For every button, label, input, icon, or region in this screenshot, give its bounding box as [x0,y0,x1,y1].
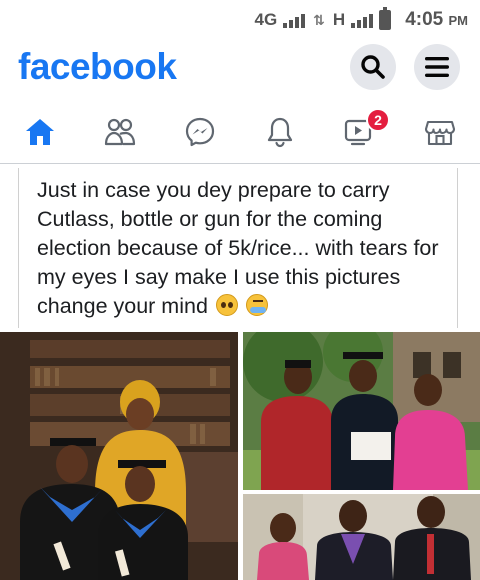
messenger-icon [185,117,215,146]
battery-icon [379,7,392,30]
marketplace-icon [424,120,456,145]
family-suits-photo[interactable] [243,494,480,580]
app-header: facebook [0,40,480,96]
tab-messenger[interactable] [160,100,240,163]
main-nav: 2 [0,100,480,164]
menu-button[interactable] [414,44,460,90]
graduation-family-outdoor-photo[interactable] [243,332,480,490]
home-icon [26,118,54,145]
crying-face-icon [245,294,268,316]
signal-icon-secondary [351,12,374,28]
search-icon [361,55,385,79]
friends-icon [104,118,136,145]
post-card: Just in case you dey prepare to carry Cu… [18,168,458,328]
facebook-logo[interactable]: facebook [18,46,177,88]
family-suits-illustration [243,494,480,580]
status-indicators: 4G ⇅ H 4:05 PM [254,7,468,32]
bell-icon [267,117,293,147]
tab-home[interactable] [0,100,80,163]
tab-notifications[interactable] [240,100,320,163]
tab-watch[interactable]: 2 [320,100,400,163]
signal-icon [283,12,306,28]
watch-notification-badge: 2 [366,108,390,132]
graduation-library-illustration [0,332,238,580]
status-bar: 4G ⇅ H 4:05 PM [0,0,480,40]
graduation-family-illustration [243,332,480,490]
tab-friends[interactable] [80,100,160,163]
network-type-secondary: H [332,10,346,29]
network-type-primary: 4G [254,10,278,29]
post-text: Just in case you dey prepare to carry Cu… [37,178,439,318]
graduation-library-photo[interactable] [0,332,238,580]
pleading-face-icon [215,294,238,316]
post-body: Just in case you dey prepare to carry Cu… [37,176,447,321]
menu-icon [425,57,449,77]
data-transfer-icon: ⇅ [313,11,325,28]
clock: 4:05 PM [405,9,468,30]
tab-marketplace[interactable] [400,100,480,163]
search-button[interactable] [350,44,396,90]
